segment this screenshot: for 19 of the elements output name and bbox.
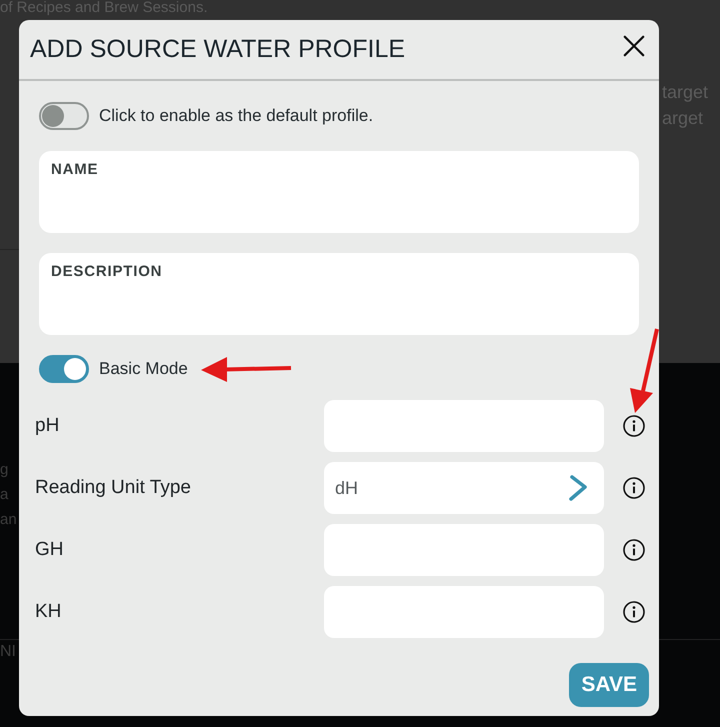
- unit-select[interactable]: dH: [324, 462, 604, 514]
- field-label: GH: [35, 539, 64, 561]
- toggle-label: Basic Mode: [99, 359, 188, 379]
- description-field[interactable]: DESCRIPTION: [39, 253, 639, 335]
- info-icon[interactable]: [623, 601, 645, 623]
- info-icon[interactable]: [623, 477, 645, 499]
- chevron-right-icon: [568, 474, 588, 502]
- info-icon[interactable]: [623, 539, 645, 561]
- field-label: pH: [35, 415, 60, 437]
- close-icon[interactable]: [623, 34, 645, 56]
- field-label: KH: [35, 601, 62, 623]
- save-button[interactable]: SAVE: [569, 663, 649, 707]
- dialog-title: ADD SOURCE WATER PROFILE: [30, 35, 406, 64]
- toggle-switch[interactable]: [39, 355, 89, 383]
- toggle-label: Click to enable as the default profile.: [99, 106, 374, 126]
- info-icon[interactable]: [623, 415, 645, 437]
- toggle-switch[interactable]: [39, 102, 89, 130]
- field-label: Reading Unit Type: [35, 477, 192, 499]
- name-field[interactable]: NAME: [39, 151, 639, 233]
